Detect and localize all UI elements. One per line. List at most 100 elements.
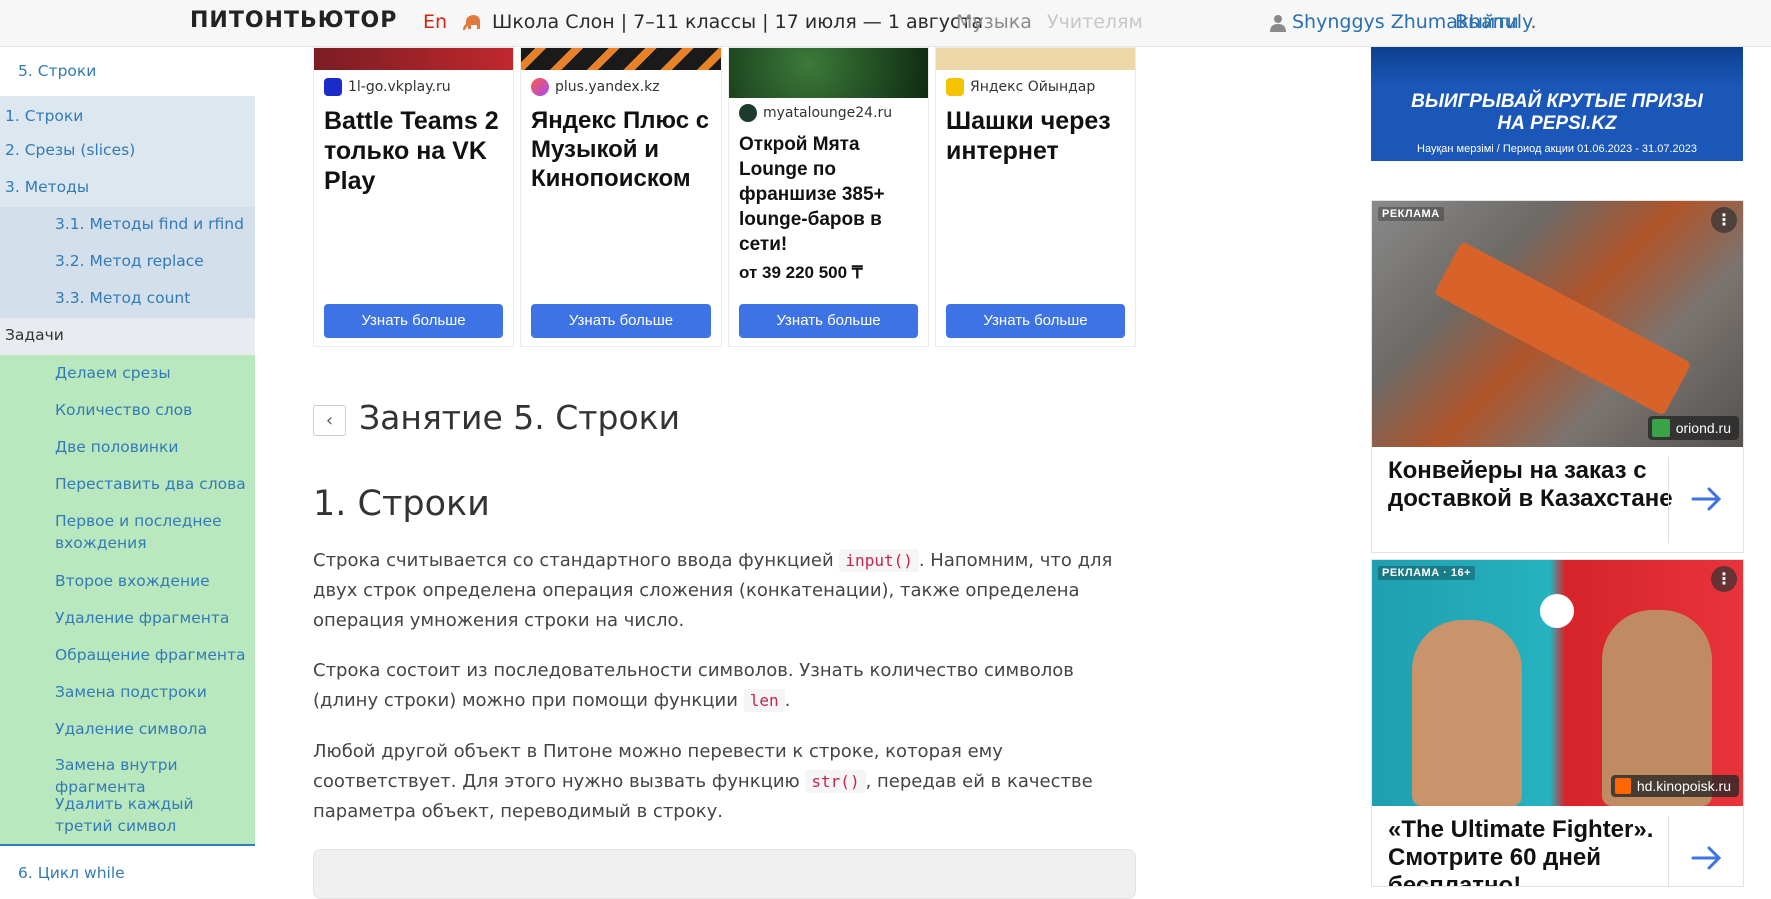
vkplay-icon [324, 78, 342, 96]
ad-source: myatalounge24.ru [739, 104, 892, 122]
sidebar-divider [0, 844, 255, 846]
sidebar-task-item[interactable]: Удаление символа [0, 718, 255, 740]
sidebar-item-strings[interactable]: 1. Строки [0, 96, 255, 133]
ad-card-yandex-games[interactable]: Яндекс Ойындар Шашки через интернет Узна… [935, 47, 1136, 347]
lesson-sidebar: 5. Строки 1. Строки 2. Срезы (slices) 3.… [0, 47, 255, 887]
music-link[interactable]: Музыка [956, 11, 1032, 33]
ad-domain: oriond.ru [1675, 420, 1731, 436]
paragraph-2: Строка состоит из последовательности сим… [313, 656, 1143, 716]
sidebar-item-slices[interactable]: 2. Срезы (slices) [0, 133, 255, 170]
banner-line: НА PEPSI.KZ [1497, 113, 1617, 134]
ad-badge: РЕКЛАМА · 16+ [1378, 566, 1476, 580]
back-button[interactable]: ‹ [313, 405, 346, 436]
ad-domain: hd.kinopoisk.ru [1636, 778, 1731, 794]
section-title: 1. Строки [313, 484, 490, 524]
sidebar-task-item[interactable]: Замена подстроки [0, 681, 255, 703]
code-example-block [313, 849, 1136, 899]
ad-source-domain: 1l-go.vkplay.ru [348, 79, 451, 95]
sidebar-task-item[interactable]: Первое и последнее вхождения [0, 510, 230, 554]
banner-subtext: Науқан мерзімі / Период акции 01.06.2023… [1417, 143, 1697, 155]
ad-title: Яндекс Плюс с Музыкой и Кинопоиском [531, 107, 710, 192]
ad-title: Открой Мята Lounge по франшизе 385+ loun… [739, 134, 885, 255]
sidebar-task-item[interactable]: Количество слов [0, 399, 255, 421]
ad-divider [1668, 816, 1669, 886]
arrow-right-icon[interactable] [1689, 840, 1725, 876]
ad-domain-link[interactable]: oriond.ru [1647, 416, 1739, 440]
banner-line: ВЫИГРЫВАЙ КРУТЫЕ ПРИЗЫ [1411, 91, 1703, 112]
ad-image [936, 48, 1135, 70]
elephant-icon [463, 15, 480, 30]
sidebar-current-lesson[interactable]: 5. Строки [0, 47, 255, 96]
language-switch-link[interactable]: En [423, 11, 447, 33]
sidebar-task-item[interactable]: Две половинки [0, 436, 255, 458]
ad-source: plus.yandex.kz [531, 78, 660, 96]
inline-code: input() [839, 549, 919, 572]
paragraph-text: Строка считывается со стандартного ввода… [313, 550, 840, 571]
learn-more-button[interactable]: Узнать больше [739, 304, 918, 338]
ad-title: Battle Teams 2 только на VK Play [324, 107, 499, 195]
yandex-plus-icon [531, 78, 549, 96]
pepsi-banner-ad[interactable]: ВЫИГРЫВАЙ КРУТЫЕ ПРИЗЫ НА PEPSI.KZ Науқа… [1371, 47, 1743, 161]
learn-more-button[interactable]: Узнать больше [324, 304, 503, 338]
ad-source: 1l-go.vkplay.ru [324, 78, 451, 96]
yandex-games-icon [946, 78, 964, 96]
sidebar-task-item[interactable]: Удалить каждый третий символ [0, 793, 220, 837]
ad-image [521, 48, 721, 70]
paragraph-1: Строка считывается со стандартного ввода… [313, 546, 1143, 636]
sidebar-task-item[interactable]: Делаем срезы [0, 362, 255, 384]
more-options-icon[interactable]: ⋮ [1711, 566, 1737, 592]
paragraph-text: Строка состоит из последовательности сим… [313, 660, 1074, 711]
brand-logo[interactable]: ПИТОНТЬЮТОР [190, 8, 397, 33]
ad-source: Яндекс Ойындар [946, 78, 1095, 96]
ad-image [1372, 560, 1743, 806]
ad-card-myatalounge[interactable]: myatalounge24.ru Открой Мята Lounge по ф… [728, 47, 929, 347]
sidebar-task-item[interactable]: Второе вхождение [0, 570, 255, 592]
user-icon [1270, 15, 1286, 32]
sidebar-task-item[interactable]: Замена внутри фрагмента [0, 754, 255, 798]
user-separator: . [1530, 11, 1537, 33]
ad-price: от 39 220 500 ₸ [739, 263, 863, 282]
learn-more-button[interactable]: Узнать больше [946, 304, 1125, 338]
conveyor-shape [1433, 241, 1692, 417]
paragraph-text: . [784, 690, 791, 711]
ad-conveyor[interactable]: РЕКЛАМА ⋮ oriond.ru Конвейеры на заказ с… [1371, 200, 1744, 553]
ad-domain-link[interactable]: hd.kinopoisk.ru [1610, 775, 1739, 797]
ad-image [729, 48, 928, 98]
inline-code: str() [805, 770, 866, 793]
logout-link[interactable]: Выйти [1455, 11, 1519, 33]
ad-badge: РЕКЛАМА [1378, 207, 1444, 221]
sidebar-item-count[interactable]: 3.3. Метод count [0, 281, 255, 318]
ad-title: «The Ultimate Fighter». Смотрите 60 дней… [1388, 816, 1654, 887]
sidebar-task-item[interactable]: Удаление фрагмента [0, 607, 255, 629]
sidebar-next-lesson[interactable]: 6. Цикл while [13, 862, 268, 884]
ad-source-domain: plus.yandex.kz [555, 79, 660, 95]
ad-kinopoisk[interactable]: РЕКЛАМА · 16+ ⋮ hd.kinopoisk.ru «The Ult… [1371, 559, 1744, 887]
sidebar-item-methods[interactable]: 3. Методы [0, 170, 255, 207]
sidebar-tasks-header: Задачи [0, 318, 255, 355]
teachers-link[interactable]: Учителям [1047, 11, 1143, 33]
sidebar-item-replace[interactable]: 3.2. Метод replace [0, 244, 255, 281]
ad-source-domain: myatalounge24.ru [763, 105, 893, 121]
arrow-right-icon[interactable] [1689, 481, 1725, 517]
ad-divider [1668, 457, 1669, 543]
mint-icon [739, 104, 757, 122]
sidebar-task-item[interactable]: Переставить два слова [0, 473, 255, 495]
ad-card-yandex-plus[interactable]: plus.yandex.kz Яндекс Плюс с Музыкой и К… [520, 47, 722, 347]
top-navbar: ПИТОНТЬЮТОР En Школа Слон | 7–11 классы … [0, 0, 1771, 47]
ad-image [1372, 201, 1743, 447]
ad-source-domain: Яндекс Ойындар [970, 79, 1096, 95]
sidebar-item-find-rfind[interactable]: 3.1. Методы find и rfind [0, 207, 255, 244]
arrow-square-icon [1651, 419, 1670, 437]
ad-image [314, 48, 513, 70]
ad-title: Конвейеры на заказ с доставкой в Казахст… [1388, 457, 1673, 512]
ad-image [1371, 47, 1743, 87]
learn-more-button[interactable]: Узнать больше [531, 304, 711, 338]
ad-title: Шашки через интернет [946, 107, 1111, 165]
more-options-icon[interactable]: ⋮ [1711, 207, 1737, 233]
paragraph-3: Любой другой объект в Питоне можно перев… [313, 737, 1143, 827]
sidebar-task-item[interactable]: Обращение фрагмента [0, 644, 255, 666]
school-promo-link[interactable]: Школа Слон | 7–11 классы | 17 июля — 1 а… [492, 11, 983, 33]
banner-headline: ВЫИГРЫВАЙ КРУТЫЕ ПРИЗЫ НА PEPSI.KZ [1371, 91, 1743, 135]
ad-card-vkplay[interactable]: 1l-go.vkplay.ru Battle Teams 2 только на… [313, 47, 514, 347]
page-title: Занятие 5. Строки [359, 398, 681, 437]
